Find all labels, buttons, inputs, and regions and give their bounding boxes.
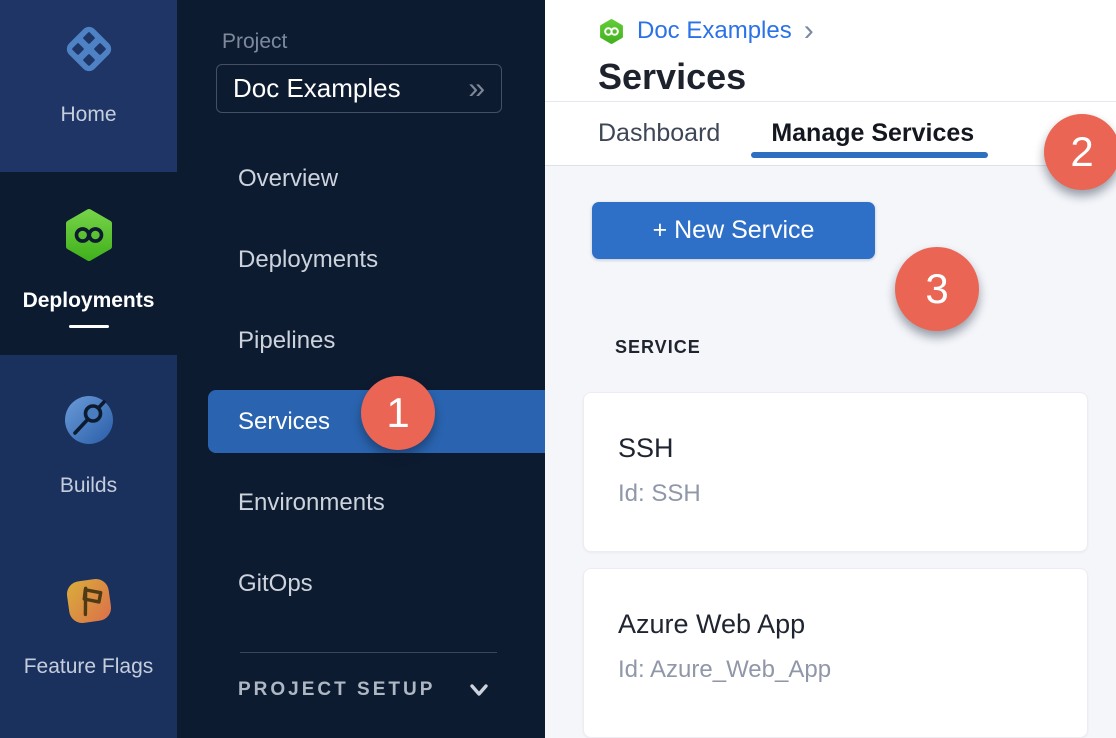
service-id: Id: SSH bbox=[618, 480, 1053, 508]
module-label-home: Home bbox=[60, 103, 116, 127]
sidebar-item-gitops[interactable]: GitOps bbox=[177, 543, 545, 624]
chevron-down-icon bbox=[467, 679, 491, 701]
module-item-home[interactable]: Home bbox=[0, 0, 177, 172]
service-name: Azure Web App bbox=[618, 609, 1053, 640]
chevron-right-icon: › bbox=[804, 16, 814, 46]
services-panel: + New Service SERVICE SSH Id: SSH Azure … bbox=[545, 166, 1116, 738]
tab-dashboard[interactable]: Dashboard bbox=[598, 102, 720, 165]
annotation-badge-2: 2 bbox=[1044, 114, 1116, 190]
page-title: Services bbox=[598, 56, 1116, 98]
module-item-feature-flags[interactable]: Feature Flags bbox=[0, 540, 177, 738]
service-id: Id: Azure_Web_App bbox=[618, 656, 1053, 684]
home-icon bbox=[60, 20, 118, 83]
module-label-deployments: Deployments bbox=[23, 289, 155, 313]
sidebar-item-pipelines[interactable]: Pipelines bbox=[177, 300, 545, 381]
annotation-badge-3: 3 bbox=[895, 247, 979, 331]
feature-flags-icon bbox=[60, 572, 118, 635]
service-column-header: SERVICE bbox=[583, 337, 1088, 357]
module-item-builds[interactable]: Builds bbox=[0, 355, 177, 540]
project-nav: Overview Deployments Pipelines Services … bbox=[177, 138, 545, 624]
sidebar-item-deployments[interactable]: Deployments bbox=[177, 219, 545, 300]
project-rail: Project Doc Examples » Overview Deployme… bbox=[177, 0, 545, 738]
project-name: Doc Examples bbox=[233, 73, 401, 104]
module-rail: Home Deployments bbox=[0, 0, 177, 738]
project-label: Project bbox=[222, 30, 545, 54]
page-header: Doc Examples › Services bbox=[545, 0, 1116, 102]
service-card-azure-web-app[interactable]: Azure Web App Id: Azure_Web_App bbox=[583, 568, 1088, 738]
deployments-icon bbox=[60, 206, 118, 269]
breadcrumb-link-project[interactable]: Doc Examples bbox=[637, 17, 792, 45]
project-setup-label: PROJECT SETUP bbox=[238, 679, 435, 701]
tab-manage-services[interactable]: Manage Services bbox=[771, 102, 974, 165]
service-card-ssh[interactable]: SSH Id: SSH bbox=[583, 392, 1088, 552]
builds-icon bbox=[60, 391, 118, 454]
breadcrumb: Doc Examples › bbox=[598, 16, 1116, 46]
double-chevron-icon: » bbox=[468, 74, 485, 104]
new-service-button[interactable]: + New Service bbox=[592, 202, 875, 259]
tab-bar: Dashboard Manage Services bbox=[545, 102, 1116, 166]
sidebar-divider bbox=[240, 652, 497, 653]
project-setup-toggle[interactable]: PROJECT SETUP bbox=[177, 679, 491, 701]
service-name: SSH bbox=[618, 433, 1053, 464]
active-module-underline bbox=[69, 325, 109, 328]
module-label-builds: Builds bbox=[60, 474, 117, 498]
module-item-deployments[interactable]: Deployments bbox=[0, 172, 177, 355]
main-content: Doc Examples › Services Dashboard Manage… bbox=[545, 0, 1116, 738]
sidebar-item-environments[interactable]: Environments bbox=[177, 462, 545, 543]
module-label-feature-flags: Feature Flags bbox=[24, 655, 154, 679]
sidebar-item-overview[interactable]: Overview bbox=[177, 138, 545, 219]
project-switcher[interactable]: Doc Examples » bbox=[216, 64, 502, 113]
project-module-icon bbox=[598, 18, 625, 45]
app-window: Home Deployments bbox=[0, 0, 1116, 738]
annotation-badge-1: 1 bbox=[361, 376, 435, 450]
